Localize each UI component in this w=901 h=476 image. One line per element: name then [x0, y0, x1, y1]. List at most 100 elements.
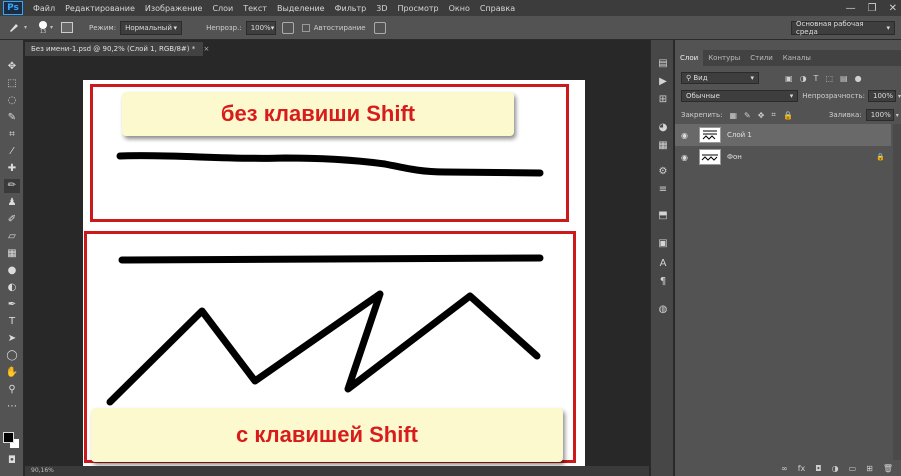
tab-styles[interactable]: Стили: [745, 54, 778, 62]
chevron-down-icon: ▾: [886, 24, 890, 32]
menu-view[interactable]: Просмотр: [398, 4, 439, 13]
chevron-down-icon[interactable]: ▾: [50, 24, 53, 31]
chevron-down-icon[interactable]: ▾: [896, 112, 899, 119]
menu-text[interactable]: Текст: [243, 4, 267, 13]
layers-scrollbar[interactable]: [893, 124, 901, 460]
brush-preset-picker[interactable]: 13: [39, 20, 48, 35]
adjustment-layer-icon[interactable]: ◑: [832, 464, 839, 473]
crop-tool-icon[interactable]: ⌗: [4, 128, 20, 142]
marquee-tool-icon[interactable]: ⬚: [4, 77, 20, 91]
blur-tool-icon[interactable]: ●: [4, 264, 20, 278]
filter-adjustment-icon[interactable]: ◑: [800, 74, 807, 83]
type-tool-icon[interactable]: T: [4, 315, 20, 329]
link-layers-icon[interactable]: ∞: [781, 464, 788, 473]
properties-panel-icon[interactable]: ⊞: [657, 94, 669, 106]
layer-opacity-input[interactable]: 100%: [867, 90, 896, 102]
glyphs-panel-icon[interactable]: ▣: [657, 238, 669, 250]
layer-row[interactable]: ◉ Слой 1: [675, 124, 891, 146]
eraser-tool-icon[interactable]: ▱: [4, 230, 20, 244]
layer-style-icon[interactable]: fx: [798, 464, 806, 473]
lock-all-icon[interactable]: 🔒: [783, 111, 793, 120]
lock-position-icon[interactable]: ✥: [758, 111, 765, 120]
menu-filter[interactable]: Фильтр: [335, 4, 367, 13]
menu-layers[interactable]: Слои: [212, 4, 233, 13]
filter-toggle-icon[interactable]: ●: [855, 74, 862, 83]
pen-tool-icon[interactable]: ✒: [4, 298, 20, 312]
auto-erase-checkbox[interactable]: [301, 23, 310, 32]
zoom-tool-icon[interactable]: ⚲: [4, 383, 20, 397]
filter-smart-icon[interactable]: ▤: [840, 74, 848, 83]
history-brush-tool-icon[interactable]: ✐: [4, 213, 20, 227]
path-select-tool-icon[interactable]: ➤: [4, 332, 20, 346]
shape-tool-icon[interactable]: ◯: [4, 349, 20, 363]
lock-pixels-icon[interactable]: ✎: [744, 111, 751, 120]
canvas-area[interactable]: без клавиши Shift с клавишей Shift: [25, 56, 649, 466]
color-panel-icon[interactable]: ◕: [657, 122, 669, 134]
photoshop-logo: Ps: [3, 1, 23, 15]
blend-mode-select[interactable]: Обычные ▾: [681, 90, 799, 102]
foreground-color-swatch[interactable]: [3, 432, 14, 443]
filter-shape-icon[interactable]: ⬚: [825, 74, 833, 83]
dodge-tool-icon[interactable]: ◐: [4, 281, 20, 295]
menu-3d[interactable]: 3D: [376, 4, 387, 13]
clone-stamp-tool-icon[interactable]: ♟: [4, 196, 20, 210]
zoom-level[interactable]: 90,16%: [31, 467, 54, 474]
layer-row[interactable]: ◉ Фон 🔒: [675, 146, 891, 168]
eye-icon[interactable]: ◉: [681, 131, 691, 140]
layer-name[interactable]: Слой 1: [727, 131, 752, 139]
fill-input[interactable]: 100%: [865, 109, 894, 121]
new-layer-icon[interactable]: ⊞: [866, 464, 873, 473]
layer-filter-select[interactable]: ⚲ Вид ▾: [681, 72, 759, 84]
eye-icon[interactable]: ◉: [681, 153, 691, 162]
lock-transparency-icon[interactable]: ▦: [729, 111, 737, 120]
menu-image[interactable]: Изображение: [145, 4, 203, 13]
menu-file[interactable]: Файл: [33, 4, 55, 13]
close-icon[interactable]: ×: [203, 45, 209, 53]
move-tool-icon[interactable]: ✥: [4, 60, 20, 74]
pressure-opacity-icon[interactable]: [281, 21, 294, 34]
brush-panel-icon[interactable]: [61, 22, 74, 33]
3d-panel-icon[interactable]: ◍: [657, 304, 669, 316]
edit-toolbar-icon[interactable]: ⋯: [4, 400, 20, 414]
brush-tool-icon[interactable]: ✏: [4, 179, 20, 193]
document-tab[interactable]: Без имени-1.psd @ 90,2% (Слой 1, RGB/8#)…: [25, 42, 209, 56]
menu-window[interactable]: Окно: [449, 4, 470, 13]
chevron-down-icon[interactable]: ▾: [24, 24, 27, 31]
brush-tool-icon[interactable]: [8, 21, 20, 35]
swatches-panel-icon[interactable]: ▦: [657, 140, 669, 152]
filter-pixel-icon[interactable]: ▣: [785, 74, 793, 83]
workspace-select[interactable]: Основная рабочая среда ▾: [791, 20, 895, 36]
close-button[interactable]: ✕: [889, 3, 897, 14]
menu-help[interactable]: Справка: [480, 4, 515, 13]
lock-artboard-icon[interactable]: ⌗: [771, 110, 776, 120]
clone-source-panel-icon[interactable]: ⬒: [657, 210, 669, 222]
mode-select[interactable]: Нормальный ▾: [120, 20, 183, 35]
minimize-button[interactable]: —: [846, 3, 856, 14]
new-group-icon[interactable]: ▭: [849, 464, 857, 473]
menu-edit[interactable]: Редактирование: [65, 4, 135, 13]
history-panel-icon[interactable]: ▤: [657, 58, 669, 70]
paragraph-panel-icon[interactable]: ¶: [657, 276, 669, 288]
menu-select[interactable]: Выделение: [277, 4, 325, 13]
tab-paths[interactable]: Контуры: [703, 54, 745, 62]
adjustments-panel-icon[interactable]: ⚙: [657, 166, 669, 178]
layer-name[interactable]: Фон: [727, 153, 742, 161]
tab-layers[interactable]: Слои: [675, 50, 704, 66]
trash-icon[interactable]: 🗑: [883, 464, 893, 473]
pressure-size-icon[interactable]: [373, 21, 386, 34]
restore-button[interactable]: ❐: [868, 3, 877, 14]
quick-mask-icon[interactable]: ◘: [4, 454, 20, 468]
add-mask-icon[interactable]: ◘: [815, 464, 821, 473]
eyedropper-tool-icon[interactable]: ⁄: [4, 145, 20, 159]
healing-brush-tool-icon[interactable]: ✚: [4, 162, 20, 176]
brush-presets-panel-icon[interactable]: ≡: [657, 184, 669, 196]
tab-channels[interactable]: Каналы: [778, 54, 816, 62]
filter-type-icon[interactable]: T: [814, 74, 819, 83]
actions-panel-icon[interactable]: ▶: [657, 76, 669, 88]
hand-tool-icon[interactable]: ✋: [4, 366, 20, 380]
gradient-tool-icon[interactable]: ▦: [4, 247, 20, 261]
opacity-input[interactable]: 100% ▾: [245, 20, 276, 35]
character-panel-icon[interactable]: A: [657, 258, 669, 270]
lasso-tool-icon[interactable]: ◌: [4, 94, 20, 108]
quick-select-tool-icon[interactable]: ✎: [4, 111, 20, 125]
